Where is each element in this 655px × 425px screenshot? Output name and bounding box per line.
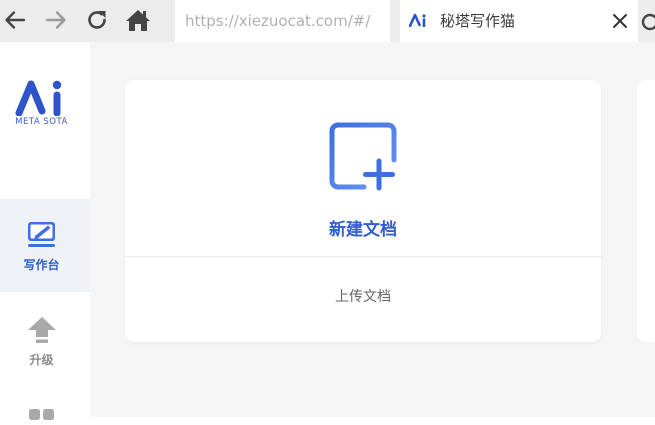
upload-document-label: 上传文档 (335, 289, 391, 305)
reload-icon (88, 11, 106, 29)
browser-extra-button[interactable] (640, 12, 655, 32)
sidebar-item-label: 升级 (29, 353, 54, 367)
home-button[interactable] (123, 5, 153, 35)
back-button[interactable] (0, 5, 30, 35)
metasota-logo-mark-icon (15, 80, 62, 116)
new-document-label: 新建文档 (329, 220, 397, 240)
browser-tab[interactable]: 秘塔写作猫 (400, 0, 638, 42)
metasota-logo: META SOTA (0, 72, 90, 132)
create-document-card: 新建文档 上传文档 (125, 80, 601, 342)
tab-title: 秘塔写作猫 (440, 12, 516, 30)
forward-arrow-icon (45, 11, 66, 29)
metasota-favicon-icon (409, 13, 426, 27)
forward-button[interactable] (41, 5, 71, 35)
grid-apps-icon (29, 409, 54, 420)
sidebar-item-more[interactable] (0, 405, 90, 425)
home-icon (126, 10, 150, 31)
close-icon[interactable] (611, 12, 629, 30)
back-arrow-icon (5, 11, 26, 29)
sidebar-item-workbench[interactable]: 写作台 (0, 199, 90, 292)
edit-doc-icon (28, 222, 55, 247)
reload-button[interactable] (82, 5, 112, 35)
new-document-button[interactable]: 新建文档 (125, 80, 601, 256)
next-card-edge (637, 80, 655, 342)
upgrade-arrow-icon (28, 317, 56, 343)
address-url: https://xiezuocat.com/#/ (185, 12, 371, 30)
logo-text: META SOTA (15, 117, 68, 127)
sidebar-item-upgrade[interactable]: 升级 (0, 310, 90, 380)
upload-document-button[interactable]: 上传文档 (125, 257, 601, 342)
address-bar[interactable]: https://xiezuocat.com/#/ (175, 0, 390, 42)
sidebar: META SOTA 写作台 升级 (0, 42, 90, 420)
sidebar-item-label: 写作台 (23, 258, 60, 272)
page-content: META SOTA 写作台 升级 新建文档 上传文档 (0, 42, 655, 420)
new-document-icon (329, 122, 397, 191)
browser-toolbar: https://xiezuocat.com/#/ 秘塔写作猫 (0, 0, 655, 42)
